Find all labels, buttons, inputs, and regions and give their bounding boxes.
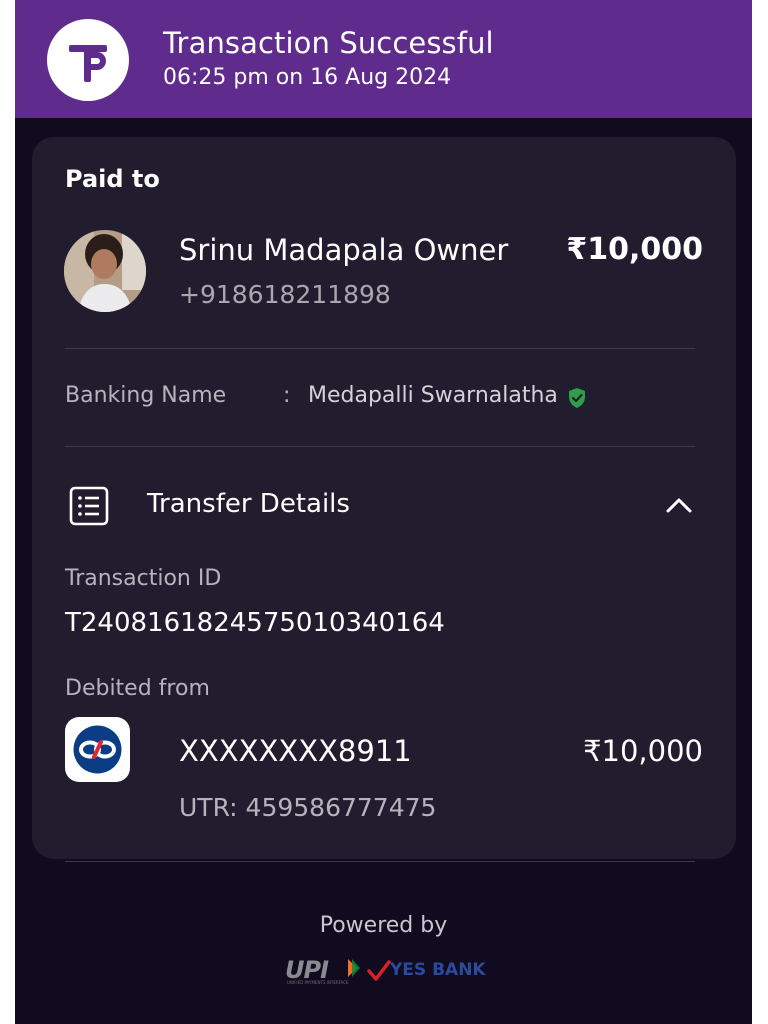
chevron-up-icon[interactable] xyxy=(665,494,693,516)
transaction-card: Paid to Srinu Madapala Owner +9186182118… xyxy=(32,137,736,859)
upi-tagline: UNIFIED PAYMENTS INTERFACE xyxy=(287,980,349,985)
avatar xyxy=(64,230,146,312)
utr-number: UTR: 459586777475 xyxy=(179,793,437,822)
receipt-list-icon xyxy=(69,486,109,526)
phonepe-logo-icon xyxy=(47,19,129,101)
header-bar: Transaction Successful 06:25 pm on 16 Au… xyxy=(15,0,752,118)
paid-to-label: Paid to xyxy=(65,165,160,193)
transaction-id-label: Transaction ID xyxy=(65,566,222,591)
kotak-bank-logo-icon xyxy=(65,717,130,782)
transfer-details-title[interactable]: Transfer Details xyxy=(147,489,350,519)
yes-bank-text: YES BANK xyxy=(390,960,486,980)
banking-name-label: Banking Name xyxy=(65,383,227,408)
status-title: Transaction Successful xyxy=(163,26,494,60)
payee-phone: +918618211898 xyxy=(179,280,391,309)
upi-arrow-icon xyxy=(348,959,360,977)
banking-name-separator: : xyxy=(283,383,291,408)
yes-bank-logo: YES BANK xyxy=(365,957,486,985)
yes-bank-tick-icon xyxy=(367,960,391,981)
powered-by-label: Powered by xyxy=(319,913,448,938)
transaction-datetime: 06:25 pm on 16 Aug 2024 xyxy=(163,65,452,90)
divider xyxy=(65,446,695,447)
transaction-id-value: T2408161824575010340164 xyxy=(65,608,445,638)
divider xyxy=(65,861,695,862)
debit-amount: ₹10,000 xyxy=(583,734,703,768)
payee-amount: ₹10,000 xyxy=(566,232,703,267)
footer-logos: UPI UNIFIED PAYMENTS INTERFACE YES BANK xyxy=(285,954,486,986)
verified-shield-icon xyxy=(567,387,587,409)
payee-name: Srinu Madapala Owner xyxy=(179,233,509,267)
banking-name-value: Medapalli Swarnalatha xyxy=(308,383,558,408)
account-number: XXXXXXXX8911 xyxy=(179,734,412,768)
divider xyxy=(65,348,695,349)
transaction-screen: Transaction Successful 06:25 pm on 16 Au… xyxy=(15,0,752,1024)
debited-from-label: Debited from xyxy=(65,676,210,701)
